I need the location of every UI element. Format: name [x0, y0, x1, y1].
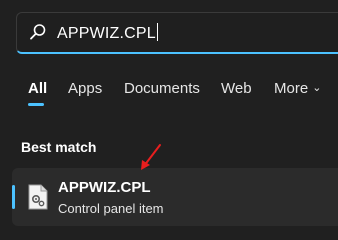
search-input-text: APPWIZ.CPL — [57, 25, 156, 42]
result-title: APPWIZ.CPL — [58, 179, 151, 196]
search-icon — [30, 24, 46, 40]
result-subtitle: Control panel item — [58, 201, 164, 216]
search-input[interactable]: APPWIZ.CPL — [57, 23, 158, 43]
best-match-heading: Best match — [21, 139, 97, 155]
windows-search-panel: APPWIZ.CPL All Apps Documents Web More ⌄ … — [0, 0, 338, 240]
tab-documents[interactable]: Documents — [124, 80, 200, 97]
control-panel-file-icon — [28, 184, 48, 210]
tab-more[interactable]: More ⌄ — [274, 80, 321, 97]
best-match-result[interactable]: APPWIZ.CPL Control panel item — [12, 168, 338, 226]
chevron-down-icon: ⌄ — [312, 82, 322, 94]
tab-all[interactable]: All — [28, 80, 47, 97]
active-tab-indicator — [28, 103, 44, 106]
text-caret — [156, 23, 158, 41]
selection-accent-bar — [12, 185, 15, 209]
tab-more-label: More — [274, 80, 309, 97]
tab-web[interactable]: Web — [221, 80, 252, 97]
search-box[interactable]: APPWIZ.CPL — [16, 12, 338, 54]
filter-tabs: All Apps Documents Web More ⌄ — [0, 80, 338, 104]
red-arrow-annotation — [141, 144, 161, 170]
tab-apps[interactable]: Apps — [68, 80, 102, 97]
